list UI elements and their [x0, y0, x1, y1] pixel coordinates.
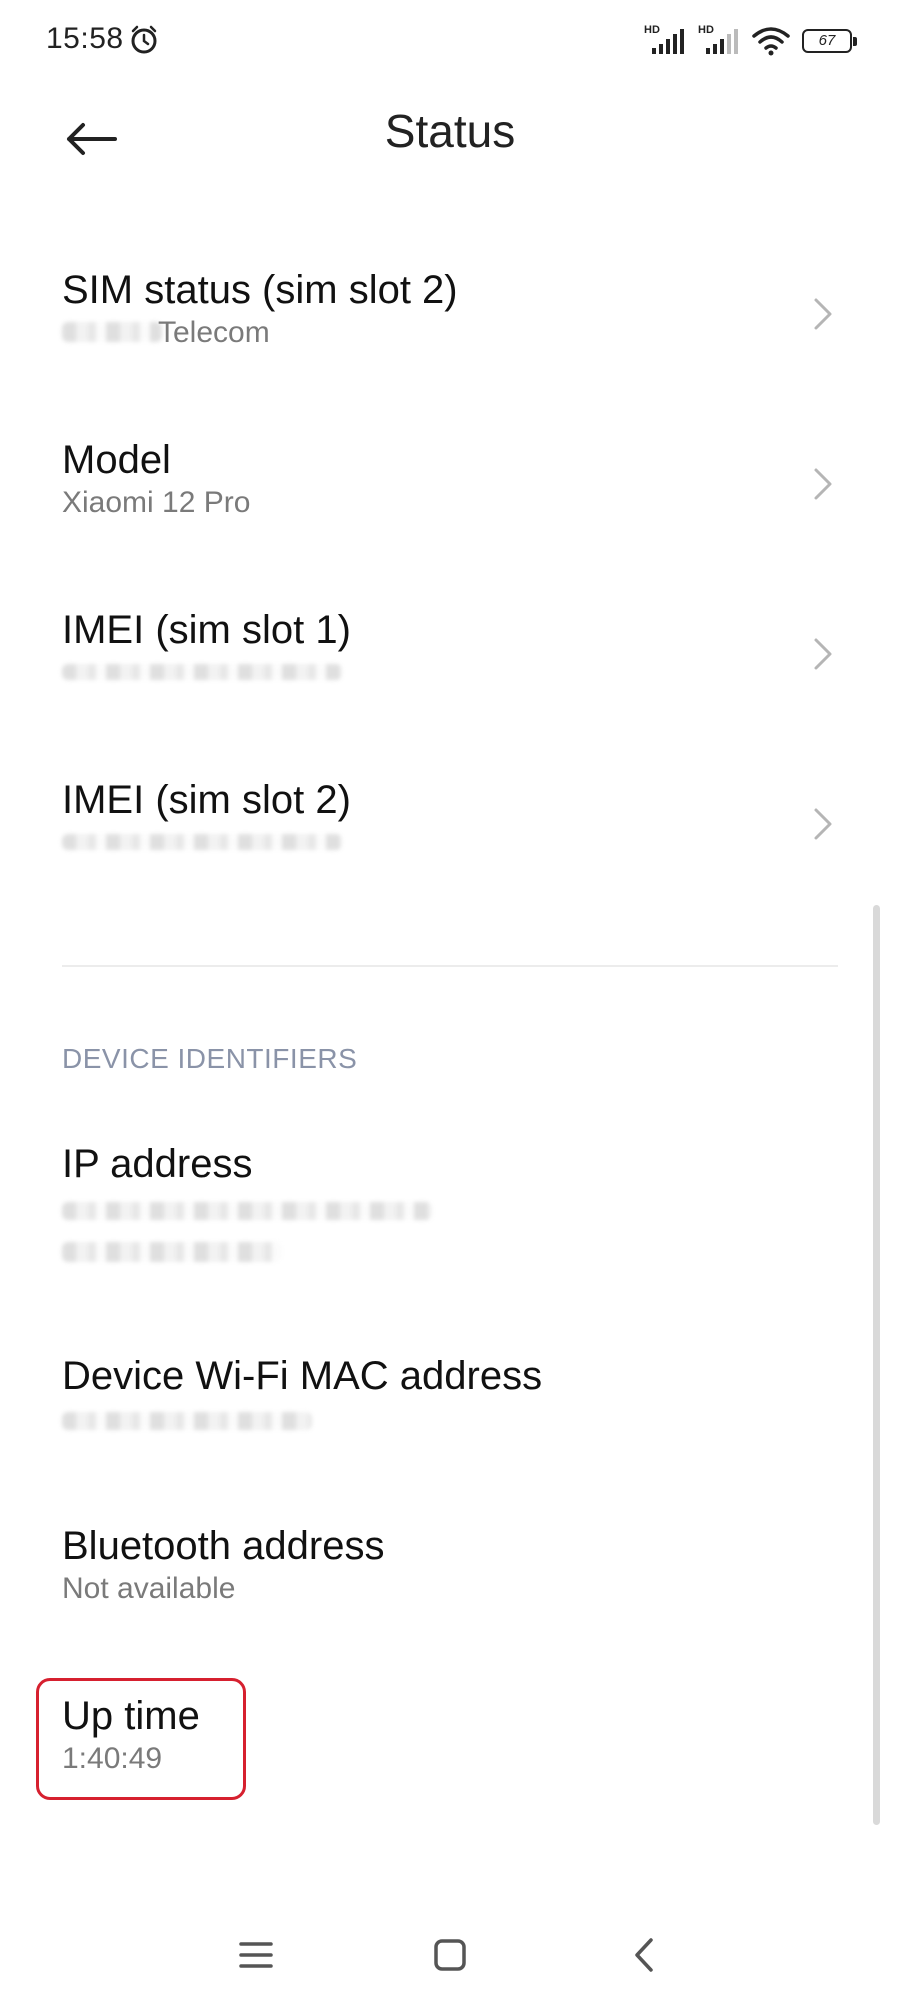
item-title: IMEI (sim slot 2) [62, 778, 351, 822]
home-button[interactable] [420, 1930, 480, 1980]
list-item-wifi-mac[interactable]: Device Wi-Fi MAC address [0, 1350, 900, 1460]
list-item-model[interactable]: Model Xiaomi 12 Pro [0, 430, 900, 540]
chevron-right-icon [814, 808, 832, 840]
hd-signal-icon: HD [698, 24, 740, 56]
obscured-value [62, 322, 162, 342]
item-title: IP address [62, 1142, 253, 1186]
clock: 15:58 [46, 22, 124, 55]
battery-icon: 67 [802, 29, 857, 53]
item-title: SIM status (sim slot 2) [62, 268, 458, 312]
battery-level: 67 [818, 32, 836, 49]
item-title: Device Wi-Fi MAC address [62, 1354, 543, 1398]
list-item-ip-address[interactable]: IP address [0, 1138, 900, 1278]
chevron-right-icon [814, 468, 832, 500]
item-subtitle: Xiaomi 12 Pro [62, 486, 251, 519]
list-item-bluetooth-address[interactable]: Bluetooth address Not available [0, 1520, 900, 1630]
section-header: DEVICE IDENTIFIERS [62, 1043, 358, 1074]
item-title: Model [62, 438, 171, 482]
page-title: Status [384, 105, 516, 157]
menu-button[interactable] [226, 1930, 286, 1980]
obscured-value [62, 834, 342, 850]
list-item-imei-1[interactable]: IMEI (sim slot 1) [0, 600, 900, 710]
chevron-right-icon [814, 298, 832, 330]
list-item-imei-2[interactable]: IMEI (sim slot 2) [0, 770, 900, 880]
item-subtitle: Telecom [158, 316, 270, 349]
alarm-icon [131, 25, 157, 54]
navigation-bar [0, 1900, 900, 2000]
item-title: Bluetooth address [62, 1524, 385, 1568]
nav-back-button[interactable] [614, 1930, 674, 1980]
scrollbar[interactable] [873, 905, 880, 1825]
chevron-right-icon [814, 638, 832, 670]
app-header: Status [0, 84, 900, 214]
obscured-value [62, 1412, 312, 1430]
menu-icon [239, 1942, 273, 1968]
obscured-value [62, 1242, 282, 1262]
obscured-value [62, 1202, 432, 1220]
divider [62, 965, 838, 967]
home-icon [434, 1939, 466, 1971]
status-screen: 15:58 HD HD 67 Status SIM status (sim sl… [0, 0, 900, 2000]
highlight-box [36, 1678, 246, 1800]
list-item-sim-status[interactable]: SIM status (sim slot 2) Telecom [0, 260, 900, 370]
hd-signal-icon: HD [644, 24, 686, 56]
obscured-value [62, 664, 342, 680]
wifi-icon [752, 27, 790, 56]
item-title: IMEI (sim slot 1) [62, 608, 351, 652]
status-bar: 15:58 HD HD 67 [0, 0, 900, 84]
item-subtitle: Not available [62, 1572, 236, 1605]
back-icon [635, 1938, 653, 1972]
